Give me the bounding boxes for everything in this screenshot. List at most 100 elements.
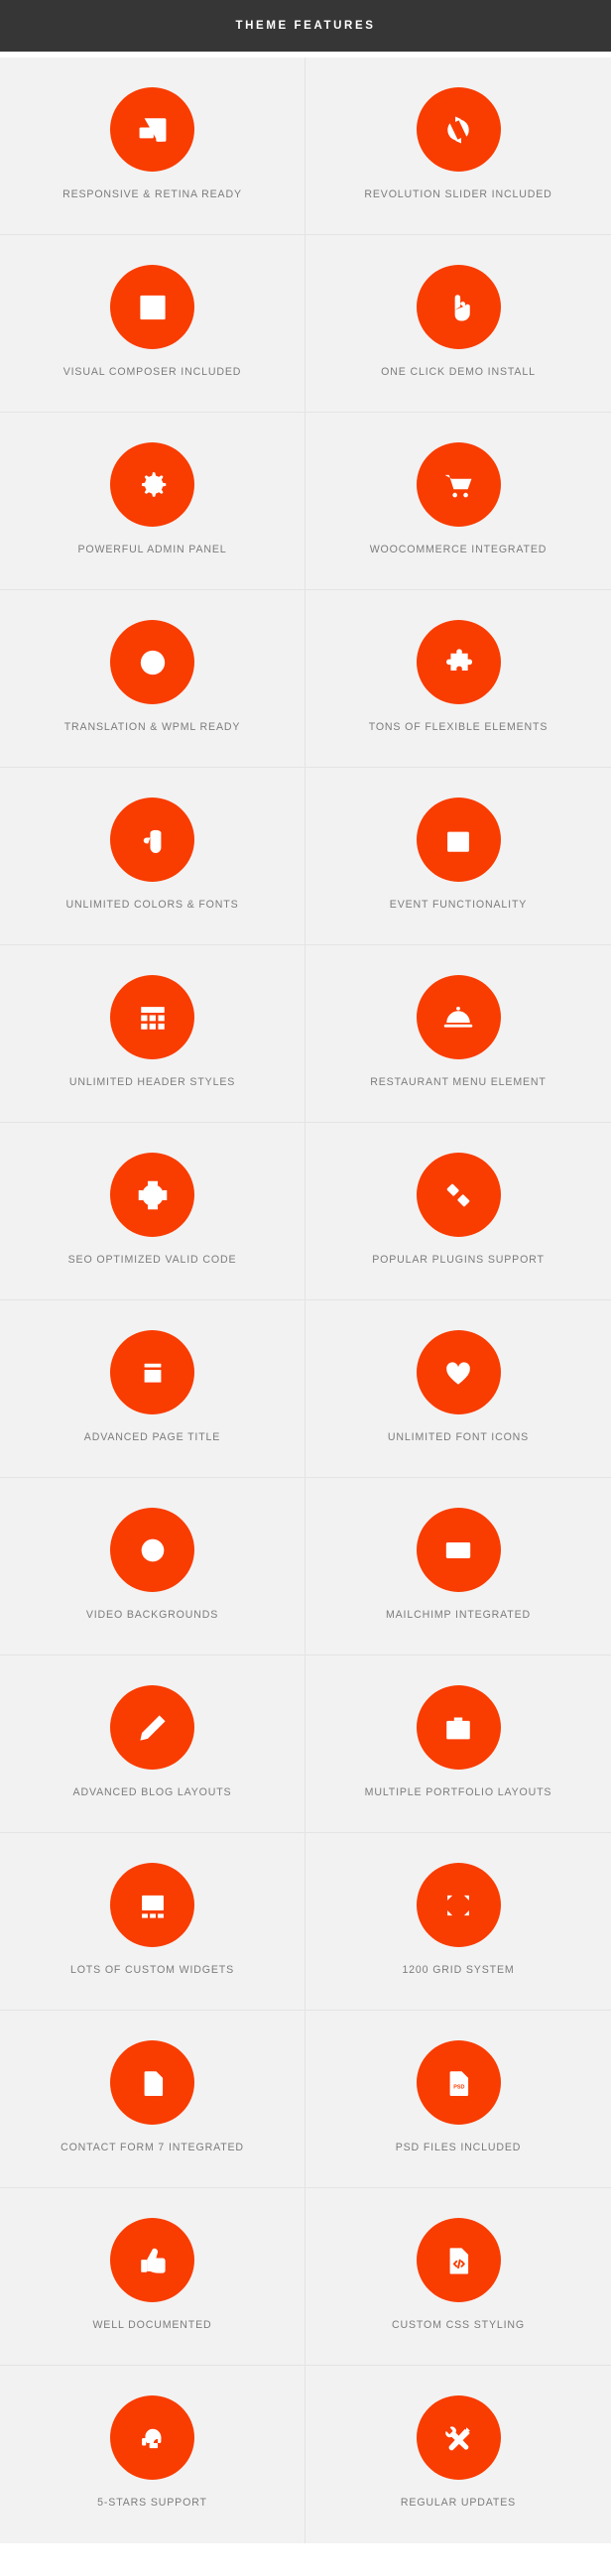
fullscreen-frame-icon	[437, 1885, 479, 1926]
feature-cell[interactable]: UNLIMITED FONT ICONS	[306, 1300, 611, 1478]
feature-cell[interactable]: POPULAR PLUGINS SUPPORT	[306, 1123, 611, 1300]
plug-connector-icon	[437, 1174, 479, 1216]
feature-label: UNLIMITED HEADER STYLES	[68, 1076, 236, 1088]
feature-cell[interactable]: 1200 GRID SYSTEM	[306, 1833, 611, 2011]
features-grid: RESPONSIVE & RETINA READY REVOLUTION SLID…	[0, 52, 611, 2543]
feature-cell[interactable]: UNLIMITED HEADER STYLES	[0, 945, 306, 1123]
calendar-icon	[437, 819, 479, 861]
refresh-cycle-icon	[437, 109, 479, 151]
puzzle-piece-icon	[437, 642, 479, 683]
feature-cell[interactable]: TONS OF FLEXIBLE ELEMENTS	[306, 590, 611, 768]
feature-cell[interactable]: CUSTOM CSS STYLING	[306, 2188, 611, 2366]
feature-cell[interactable]: ADVANCED PAGE TITLE	[0, 1300, 306, 1478]
feature-icon-badge	[110, 975, 194, 1059]
play-circle-icon	[132, 1530, 174, 1571]
code-browser-icon	[132, 287, 174, 328]
globe-icon	[132, 642, 174, 683]
feature-icon-badge	[110, 442, 194, 527]
feature-label: VIDEO BACKGROUNDS	[85, 1609, 219, 1621]
feature-label: 5-STARS SUPPORT	[97, 2497, 207, 2509]
headset-support-icon	[132, 2417, 174, 2459]
feature-label: VISUAL COMPOSER INCLUDED	[62, 366, 242, 378]
grid-layout-icon	[132, 997, 174, 1039]
feature-cell[interactable]: RESPONSIVE & RETINA READY	[0, 58, 306, 235]
feature-cell[interactable]: ONE CLICK DEMO INSTALL	[306, 235, 611, 413]
feature-icon-badge	[110, 620, 194, 704]
feature-cell[interactable]: 5-STARS SUPPORT	[0, 2366, 306, 2543]
feature-cell[interactable]: VISUAL COMPOSER INCLUDED	[0, 235, 306, 413]
envelope-icon	[437, 1530, 479, 1571]
feature-cell[interactable]: VIDEO BACKGROUNDS	[0, 1478, 306, 1656]
feature-cell[interactable]: SEO OPTIMIZED VALID CODE	[0, 1123, 306, 1300]
page-title-block-icon	[132, 1352, 174, 1394]
feature-icon-badge	[416, 1863, 501, 1947]
feature-label: CUSTOM CSS STYLING	[391, 2319, 525, 2331]
feature-cell[interactable]: LOTS OF CUSTOM WIDGETS	[0, 1833, 306, 2011]
feature-cell[interactable]: REVOLUTION SLIDER INCLUDED	[306, 58, 611, 235]
responsive-devices-icon	[132, 109, 174, 151]
food-cloche-icon	[437, 997, 479, 1039]
feature-label: SEO OPTIMIZED VALID CODE	[67, 1254, 237, 1266]
feature-icon-badge	[416, 2395, 501, 2480]
feature-icon-badge	[110, 1863, 194, 1947]
feature-icon-badge	[416, 1508, 501, 1592]
feature-label: MAILCHIMP INTEGRATED	[385, 1609, 532, 1621]
feature-icon-badge	[110, 1330, 194, 1414]
feature-label: RESPONSIVE & RETINA READY	[62, 188, 242, 200]
feature-cell[interactable]: MULTIPLE PORTFOLIO LAYOUTS	[306, 1656, 611, 1833]
feature-icon-badge	[416, 797, 501, 882]
feature-cell[interactable]: ADVANCED BLOG LAYOUTS	[0, 1656, 306, 1833]
gear-icon	[132, 464, 174, 506]
wrench-screwdriver-icon	[437, 2417, 479, 2459]
heart-icon	[437, 1352, 479, 1394]
feature-label: MULTIPLE PORTFOLIO LAYOUTS	[364, 1786, 552, 1798]
feature-cell[interactable]: WELL DOCUMENTED	[0, 2188, 306, 2366]
page-title: THEME FEATURES	[235, 20, 376, 32]
thumbs-up-icon	[132, 2240, 174, 2281]
feature-label: REVOLUTION SLIDER INCLUDED	[364, 188, 552, 200]
feature-icon-badge	[110, 2395, 194, 2480]
document-lines-icon	[132, 2062, 174, 2104]
feature-icon-badge	[416, 442, 501, 527]
feature-icon-badge	[110, 87, 194, 172]
pointing-hand-icon	[437, 287, 479, 328]
feature-label: WELL DOCUMENTED	[92, 2319, 212, 2331]
shopping-cart-icon	[437, 464, 479, 506]
feature-label: ONE CLICK DEMO INSTALL	[381, 366, 536, 378]
feature-cell[interactable]: WOOCOMMERCE INTEGRATED	[306, 413, 611, 590]
feature-cell[interactable]: CONTACT FORM 7 INTEGRATED	[0, 2011, 306, 2188]
feature-icon-badge	[416, 620, 501, 704]
feature-label: EVENT FUNCTIONALITY	[389, 899, 528, 911]
feature-label: POWERFUL ADMIN PANEL	[77, 544, 227, 555]
feature-label: WOOCOMMERCE INTEGRATED	[369, 544, 548, 555]
feature-icon-badge	[416, 1153, 501, 1237]
feature-icon-badge	[416, 87, 501, 172]
feature-label: CONTACT FORM 7 INTEGRATED	[61, 2142, 244, 2153]
feature-cell[interactable]: REGULAR UPDATES	[306, 2366, 611, 2543]
feature-icon-badge	[416, 2040, 501, 2125]
feature-label: ADVANCED BLOG LAYOUTS	[72, 1786, 232, 1798]
psd-file-icon	[437, 2062, 479, 2104]
feature-label: RESTAURANT MENU ELEMENT	[370, 1076, 547, 1088]
briefcase-icon	[437, 1707, 479, 1749]
feature-cell[interactable]: POWERFUL ADMIN PANEL	[0, 413, 306, 590]
feature-icon-badge	[110, 1508, 194, 1592]
section-header-bar: THEME FEATURES	[0, 0, 611, 52]
feature-cell[interactable]: PSD FILES INCLUDED	[306, 2011, 611, 2188]
feature-icon-badge	[416, 975, 501, 1059]
feature-cell[interactable]: MAILCHIMP INTEGRATED	[306, 1478, 611, 1656]
feature-icon-badge	[110, 1685, 194, 1770]
feature-cell[interactable]: RESTAURANT MENU ELEMENT	[306, 945, 611, 1123]
feature-label: PSD FILES INCLUDED	[395, 2142, 522, 2153]
feature-cell[interactable]: UNLIMITED COLORS & FONTS	[0, 768, 306, 945]
feature-label: UNLIMITED COLORS & FONTS	[65, 899, 239, 911]
code-file-icon	[437, 2240, 479, 2281]
feature-icon-badge	[110, 797, 194, 882]
feature-icon-badge	[110, 1153, 194, 1237]
feature-icon-badge	[110, 2218, 194, 2302]
feature-cell[interactable]: EVENT FUNCTIONALITY	[306, 768, 611, 945]
feature-icon-badge	[416, 1685, 501, 1770]
feature-label: 1200 GRID SYSTEM	[402, 1964, 515, 1976]
feature-cell[interactable]: TRANSLATION & WPML READY	[0, 590, 306, 768]
feature-icon-badge	[416, 2218, 501, 2302]
